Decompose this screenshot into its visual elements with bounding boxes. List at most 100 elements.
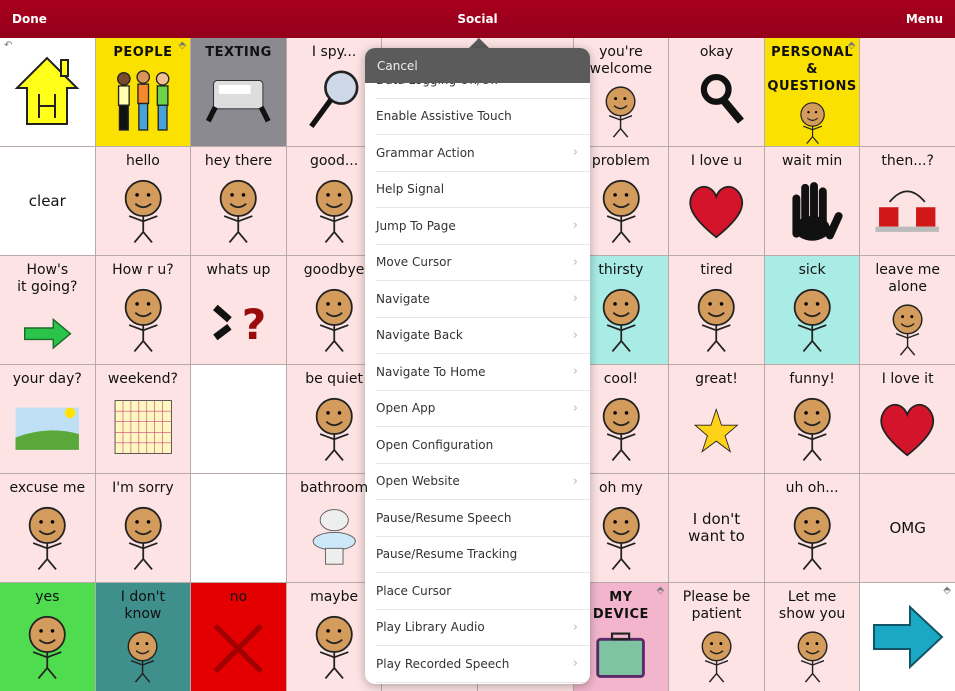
action-label: Play Library Audio [376, 620, 485, 635]
symbol-button-yes[interactable]: yes [0, 583, 95, 691]
face-icon [793, 397, 831, 462]
action-label: Navigate Back [376, 328, 463, 343]
symbol-label: wait min [781, 153, 843, 169]
action-item[interactable]: Jump To Page › [376, 208, 590, 245]
symbol-button-how-s-it-going[interactable]: How's it going? [0, 256, 95, 364]
symbol-button-weekend[interactable]: weekend? [95, 365, 191, 473]
action-label: Place Cursor [376, 583, 452, 598]
folder-link-icon: ⬘ [178, 40, 187, 51]
symbol-button-hey-there[interactable]: hey there [191, 147, 286, 255]
face-icon [602, 288, 640, 353]
symbol-label: excuse me [9, 480, 86, 496]
symbol-label: oh my [598, 480, 643, 496]
symbol-button-sick[interactable]: sick [764, 256, 860, 364]
symbol-button-i-love-u[interactable]: I love u [669, 147, 764, 255]
action-item[interactable]: Play Recorded Speech › [376, 646, 590, 683]
symbol-button-i-don-t-want-to[interactable]: I don't want to [669, 474, 764, 582]
symbol-button-texting[interactable]: TEXTING [191, 38, 286, 146]
heart-icon [880, 403, 935, 457]
phone-icon [206, 80, 271, 123]
action-item[interactable]: Enable Assistive Touch [376, 99, 590, 135]
face-icon [127, 631, 158, 683]
face-icon [602, 506, 640, 571]
symbol-button-clear[interactable]: clear [0, 147, 95, 255]
symbol-label: sick [798, 262, 826, 278]
symbol-button-uh-oh[interactable]: uh oh... [764, 474, 860, 582]
symbol-button-empty[interactable]: ↶ [0, 38, 95, 146]
cancel-button[interactable]: Cancel [365, 48, 590, 83]
symbol-label: PEOPLE [113, 45, 173, 60]
symbol-label: maybe [310, 589, 359, 605]
action-item[interactable]: Grammar Action › [376, 135, 590, 172]
face-icon [793, 288, 831, 353]
chevron-right-icon: › [572, 656, 578, 672]
symbol-button-wait-min[interactable]: wait min [764, 147, 860, 255]
action-item[interactable]: Navigate Back › [376, 318, 590, 354]
symbol-button-i-m-sorry[interactable]: I'm sorry [95, 474, 191, 582]
action-label: Move Cursor [376, 255, 452, 270]
face-icon [797, 631, 828, 683]
symbol-button-excuse-me[interactable]: excuse me [0, 474, 95, 582]
chevron-right-icon: › [572, 619, 578, 635]
symbol-button-okay[interactable]: okay [669, 38, 764, 146]
action-item[interactable]: Open Configuration [376, 427, 590, 464]
action-item[interactable]: Open Website › [376, 464, 590, 500]
symbol-button-i-don-t-know[interactable]: I don't know [95, 583, 191, 691]
star-icon [694, 407, 739, 453]
symbol-label: no [229, 589, 248, 605]
chevron-right-icon: › [572, 327, 578, 343]
folder-link-icon: ⬘ [943, 585, 951, 596]
symbol-button-no[interactable]: no [191, 583, 286, 691]
symbol-label: thirsty [598, 262, 644, 278]
action-item[interactable]: Pause/Resume Tracking [376, 537, 590, 573]
symbol-label: leave me alone [875, 262, 941, 295]
symbol-button-leave-me-alone[interactable]: leave me alone [860, 256, 955, 364]
menu-button[interactable]: Menu [906, 12, 943, 26]
symbol-button-tired[interactable]: tired [669, 256, 764, 364]
symbol-button-whats-up[interactable]: whats up? [191, 256, 286, 364]
action-item[interactable]: Move Cursor › [376, 245, 590, 281]
symbol-button-how-r-u[interactable]: How r u? [95, 256, 191, 364]
symbol-button-empty[interactable] [191, 365, 286, 473]
house-icon [14, 56, 80, 125]
face-icon [315, 288, 353, 353]
symbol-button-omg[interactable]: OMG [860, 474, 955, 582]
blocks-icon [875, 190, 940, 232]
action-item[interactable]: Navigate To Home › [376, 354, 590, 391]
action-item[interactable]: Help Signal [376, 172, 590, 208]
symbol-label: How r u? [112, 262, 174, 278]
symbol-button-great[interactable]: great! [669, 365, 764, 473]
symbol-button-empty[interactable]: ⬘ [860, 583, 955, 691]
symbol-label: then...? [881, 153, 934, 169]
action-list[interactable]: Data Logging On/OffEnable Assistive Touc… [365, 62, 590, 683]
symbol-button-hello[interactable]: hello [95, 147, 191, 255]
toilet-icon [312, 509, 356, 565]
face-icon [602, 397, 640, 462]
symbol-button-let-me-show-you[interactable]: Let me show you [764, 583, 860, 691]
symbol-button-your-day[interactable]: your day? [0, 365, 95, 473]
face-icon [697, 288, 735, 353]
chevron-right-icon: › [572, 218, 578, 234]
action-label: Pause/Resume Speech [376, 510, 512, 525]
action-item[interactable]: Open App › [376, 391, 590, 427]
face-icon [28, 615, 66, 680]
arrow-green-icon [23, 317, 72, 350]
symbol-button-people[interactable]: ⬘ PEOPLE [95, 38, 191, 146]
face-icon [799, 102, 825, 145]
action-item[interactable]: Play Library Audio › [376, 610, 590, 646]
symbol-button-i-love-it[interactable]: I love it [860, 365, 955, 473]
action-label: Help Signal [376, 182, 445, 197]
symbol-button-funny[interactable]: funny! [764, 365, 860, 473]
page-title: Social [457, 12, 498, 26]
symbol-label: weekend? [107, 371, 178, 387]
action-item[interactable]: Place Cursor [376, 573, 590, 610]
symbol-button-personal-questions[interactable]: ⬘ PERSONAL & QUESTIONS [764, 38, 860, 146]
symbol-button-please-be-patient[interactable]: Please be patient [669, 583, 764, 691]
action-item[interactable]: Pause/Resume Speech [376, 500, 590, 537]
symbol-label: good... [309, 153, 359, 169]
action-item[interactable]: Navigate › [376, 281, 590, 318]
symbol-label: TEXTING [205, 45, 272, 60]
symbol-button-then[interactable]: then...? [860, 147, 955, 255]
symbol-label: hey there [204, 153, 273, 169]
symbol-button-empty[interactable] [191, 474, 286, 582]
